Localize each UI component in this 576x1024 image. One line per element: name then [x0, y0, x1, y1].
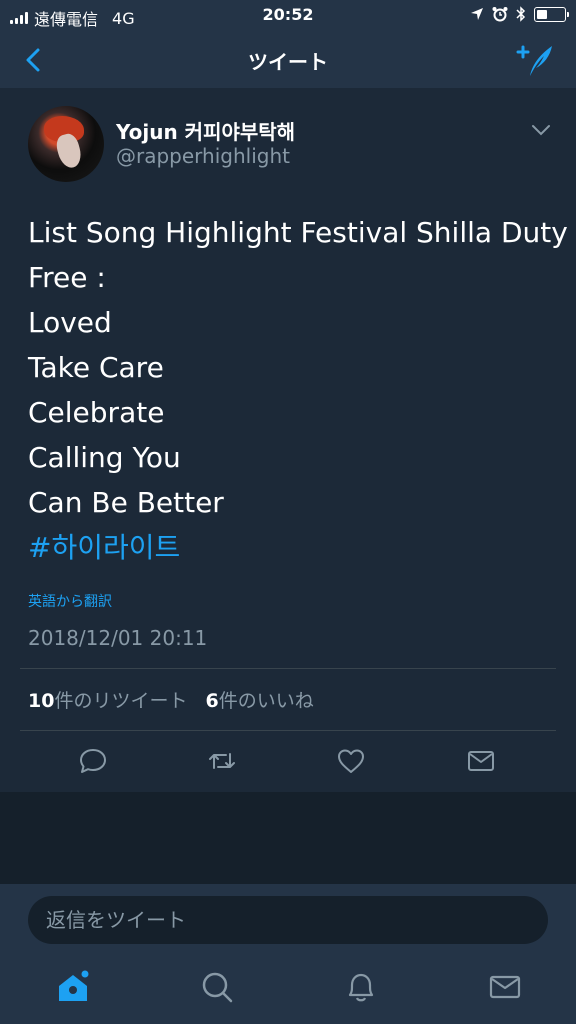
hashtag-link[interactable]: #하이라이트	[28, 525, 548, 570]
status-bar: 遠傳電信 4G 20:52	[0, 0, 576, 32]
search-icon[interactable]	[200, 970, 234, 1004]
divider	[20, 730, 556, 731]
like-stat-label: 件のいいね	[218, 690, 314, 712]
tweet-stats: 10件のリツイート 6件のいいね	[28, 686, 314, 713]
tweet-line: Free :	[28, 261, 106, 294]
empty-area	[0, 792, 576, 884]
messages-icon[interactable]	[488, 970, 522, 1004]
share-mail-icon[interactable]	[466, 746, 496, 776]
retweet-count: 10	[28, 690, 55, 712]
status-right	[470, 6, 569, 22]
tweet-detail: Yojun 커피야부탁해 @rapperhighlight List Song …	[0, 88, 576, 792]
display-name[interactable]: Yojun 커피야부탁해	[116, 116, 295, 145]
translate-link[interactable]: 英語から翻訳	[28, 591, 112, 611]
like-count: 6	[205, 690, 219, 712]
tweet-line: Calling You	[28, 441, 181, 474]
tweet-text: List Song Highlight Festival Shilla Duty…	[28, 210, 568, 570]
bluetooth-icon	[516, 6, 526, 22]
like-stat[interactable]: 6件のいいね	[206, 690, 314, 712]
tweet-actions	[0, 738, 576, 784]
retweet-icon[interactable]	[207, 746, 237, 776]
like-heart-icon[interactable]	[336, 746, 366, 776]
tweet-line: Can Be Better	[28, 486, 224, 519]
reply-input[interactable]: 返信をツイート	[28, 896, 548, 944]
retweet-stat[interactable]: 10件のリツイート	[28, 690, 187, 712]
tweet-timestamp: 2018/12/01 20:11	[28, 626, 208, 650]
tweet-line: List Song Highlight Festival Shilla Duty	[28, 216, 568, 249]
nav-bar: ツイート	[0, 32, 576, 88]
retweet-stat-label: 件のリツイート	[54, 690, 188, 712]
tab-bar	[0, 954, 576, 1024]
chevron-down-icon[interactable]	[530, 122, 552, 138]
battery-icon	[534, 6, 569, 22]
reply-bar: 返信をツイート	[0, 884, 576, 954]
divider	[20, 668, 556, 669]
tweet-line: Take Care	[28, 351, 164, 384]
tweet-line: Loved	[28, 306, 112, 339]
location-icon	[471, 8, 483, 20]
reply-icon[interactable]	[78, 746, 108, 776]
page-title: ツイート	[248, 50, 328, 74]
alarm-icon	[492, 7, 508, 22]
user-handle[interactable]: @rapperhighlight	[116, 144, 290, 168]
tweet-line: Celebrate	[28, 396, 165, 429]
notifications-icon[interactable]	[344, 970, 378, 1004]
home-icon[interactable]	[56, 970, 90, 1004]
compose-tweet-icon[interactable]	[516, 42, 554, 78]
avatar[interactable]	[28, 106, 104, 182]
